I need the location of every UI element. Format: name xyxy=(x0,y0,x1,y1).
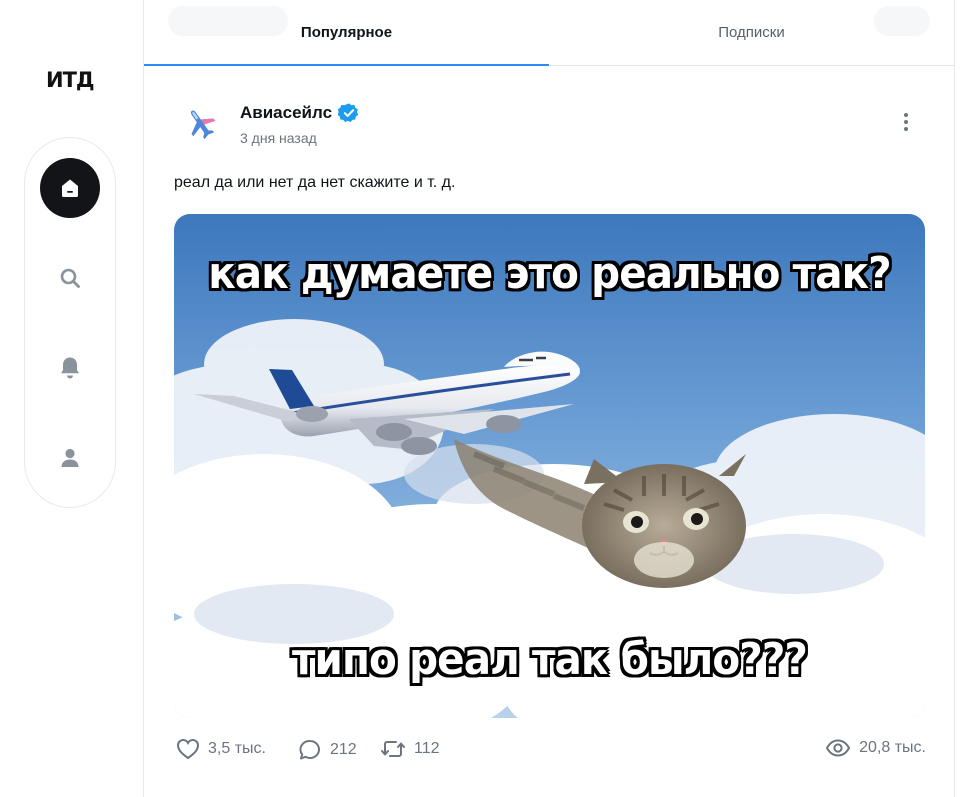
feed-column: Популярное Подписки Авиасейлс 3 дня наза… xyxy=(143,0,955,797)
bell-icon xyxy=(61,357,79,379)
airplane-icon xyxy=(190,110,216,140)
eye-icon xyxy=(826,739,851,757)
views-indicator: 20,8 тыс. xyxy=(825,738,926,758)
sidebar-nav xyxy=(24,137,116,508)
meme-caption-top: как думаете это реально так? xyxy=(208,248,891,299)
views-count: 20,8 тыс. xyxy=(859,739,926,756)
repost-button[interactable]: 112 xyxy=(380,738,440,760)
like-count: 3,5 тыс. xyxy=(208,740,266,757)
post-menu-button[interactable] xyxy=(894,108,918,136)
meme-caption-bottom: типо реал так было??? xyxy=(292,634,808,685)
post-text: реал да или нет да нет скажите и т. д. xyxy=(174,174,456,191)
post-author[interactable]: Авиасейлс xyxy=(240,102,360,124)
post-actions: 3,5 тыс. 212 112 20,8 тыс. xyxy=(174,738,926,766)
nav-home-button[interactable] xyxy=(40,158,100,218)
post-image[interactable]: как думаете это реально так? типо реал т… xyxy=(174,214,925,718)
repost-count: 112 xyxy=(414,740,440,757)
author-avatar[interactable] xyxy=(174,97,228,151)
more-vertical-icon xyxy=(904,113,908,131)
search-icon xyxy=(60,268,80,288)
verified-badge-icon xyxy=(338,103,359,123)
nav-profile-button[interactable] xyxy=(40,428,100,488)
author-name[interactable]: Авиасейлс xyxy=(240,103,332,123)
like-button[interactable]: 3,5 тыс. xyxy=(176,738,266,760)
tab-subscriptions[interactable]: Подписки xyxy=(549,0,954,65)
nav-search-button[interactable] xyxy=(40,248,100,308)
user-icon xyxy=(61,448,79,467)
app-logo[interactable]: ИТД xyxy=(46,68,95,92)
nav-notifications-button[interactable] xyxy=(40,338,100,398)
comment-count: 212 xyxy=(330,741,357,758)
feed-tabs: Популярное Подписки xyxy=(144,0,954,66)
heart-icon xyxy=(176,738,200,760)
repost-icon xyxy=(381,741,405,757)
tab-popular[interactable]: Популярное xyxy=(144,0,549,66)
post-timestamp[interactable]: 3 дня назад xyxy=(240,130,317,146)
comment-button[interactable]: 212 xyxy=(298,738,357,762)
home-icon xyxy=(62,179,78,197)
comment-icon xyxy=(299,740,321,760)
